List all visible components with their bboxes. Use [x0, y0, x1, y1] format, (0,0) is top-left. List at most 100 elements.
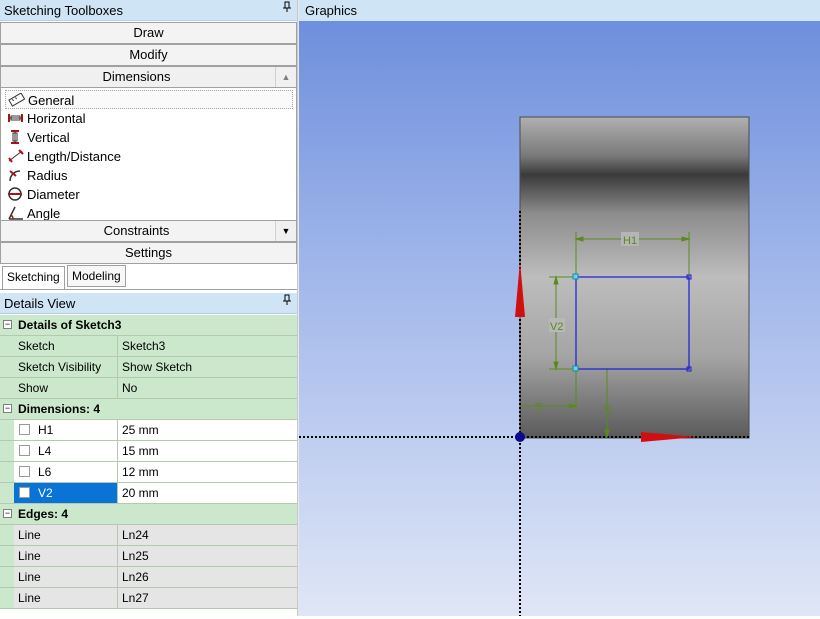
- dimension-row[interactable]: H1 25 mm: [0, 420, 297, 441]
- settings-toolbox-button[interactable]: Settings: [0, 242, 297, 264]
- edge-row[interactable]: Line Ln25: [0, 546, 297, 567]
- edge-label: Line: [14, 588, 118, 608]
- dim-label-v2[interactable]: V2: [550, 321, 563, 333]
- details-title-bar: Details View: [0, 293, 298, 314]
- dimension-name-cell: V2: [14, 483, 118, 503]
- group-header-sketch[interactable]: − Details of Sketch3: [0, 315, 297, 336]
- collapse-icon[interactable]: −: [3, 509, 12, 518]
- tool-angle[interactable]: Angle: [5, 204, 293, 220]
- edge-value: Ln26: [118, 567, 297, 587]
- detail-row[interactable]: Show Constraints? No: [0, 378, 297, 415]
- edge-row[interactable]: Line Ln27: [0, 588, 297, 609]
- ruler-icon: [8, 93, 26, 107]
- detail-row[interactable]: Sketch Visibility Show Sketch: [0, 357, 297, 378]
- tool-horizontal[interactable]: Horizontal: [5, 109, 293, 128]
- dimension-row[interactable]: L4 15 mm: [0, 441, 297, 462]
- tab-divider: [0, 289, 298, 290]
- graphics-title-bar: Graphics: [299, 0, 820, 21]
- group-header-label: Details of Sketch3: [14, 315, 297, 335]
- group-header-dimensions[interactable]: − Dimensions: 4: [0, 399, 297, 420]
- sketch-vertex[interactable]: [572, 273, 579, 280]
- dim-label-l6[interactable]: L6: [603, 403, 614, 415]
- edge-label: Line: [14, 546, 118, 566]
- tool-label: Length/Distance: [27, 149, 121, 164]
- edge-label: Line: [14, 567, 118, 587]
- dimension-label: H1: [38, 423, 54, 437]
- dimension-value[interactable]: 12 mm: [118, 462, 297, 482]
- collapse-icon[interactable]: −: [3, 404, 12, 413]
- dimension-checkbox[interactable]: [19, 466, 30, 477]
- tab-sketching[interactable]: Sketching: [2, 266, 65, 290]
- dim-label-l4[interactable]: L4: [534, 401, 545, 413]
- detail-value: Show Sketch: [118, 357, 297, 377]
- group-header-label: Edges: 4: [14, 504, 297, 524]
- draw-toolbox-button[interactable]: Draw: [0, 22, 297, 44]
- tool-radius[interactable]: Radius: [5, 166, 293, 185]
- scroll-up-icon[interactable]: ▲: [275, 67, 296, 87]
- edge-value: Ln27: [118, 588, 297, 608]
- edge-value: Ln24: [118, 525, 297, 545]
- radius-icon: [9, 170, 21, 182]
- dim-label-h1[interactable]: H1: [623, 235, 637, 247]
- graphics-title: Graphics: [305, 3, 358, 18]
- toolboxes-title-bar: Sketching Toolboxes: [0, 0, 298, 21]
- graphics-viewport[interactable]: H1 V2 L4 L6: [299, 21, 820, 616]
- dimension-row[interactable]: L6 12 mm: [0, 462, 297, 483]
- detail-row[interactable]: Sketch Sketch3: [0, 336, 297, 357]
- detail-value: No: [118, 378, 297, 398]
- constraints-label: Constraints: [103, 223, 170, 238]
- edge-row[interactable]: Line Ln24: [0, 525, 297, 546]
- edge-label: Line: [14, 525, 118, 545]
- detail-label: Sketch Visibility: [14, 357, 118, 377]
- dimensions-toolbox-button[interactable]: Dimensions ▲: [0, 66, 297, 88]
- dimensions-label: Dimensions: [102, 69, 171, 84]
- collapse-icon[interactable]: −: [3, 320, 12, 329]
- details-title: Details View: [4, 296, 76, 311]
- horizontal-dimension-icon: [8, 114, 23, 122]
- detail-value: Sketch3: [118, 336, 297, 356]
- detail-label: Show Constraints?: [14, 378, 118, 415]
- tab-modeling[interactable]: Modeling: [67, 265, 126, 287]
- tool-diameter[interactable]: Diameter: [5, 185, 293, 204]
- sketch-canvas[interactable]: H1 V2 L4 L6: [299, 21, 820, 616]
- dimension-value[interactable]: 25 mm: [118, 420, 297, 440]
- length-distance-icon: [8, 149, 24, 163]
- dimension-checkbox[interactable]: [19, 487, 30, 498]
- angle-icon: [8, 206, 23, 220]
- dimension-label: L6: [38, 465, 52, 479]
- tool-label: General: [28, 93, 75, 108]
- pin-icon[interactable]: [282, 293, 292, 314]
- tool-label: Horizontal: [27, 111, 86, 126]
- tool-vertical[interactable]: Vertical: [5, 128, 293, 147]
- pin-icon[interactable]: [282, 0, 292, 21]
- origin-point[interactable]: [515, 432, 525, 442]
- constraints-toolbox-button[interactable]: Constraints ▼: [0, 220, 297, 242]
- dimension-name-cell: H1: [14, 420, 118, 440]
- tool-label: Vertical: [27, 130, 70, 145]
- modify-toolbox-button[interactable]: Modify: [0, 44, 297, 66]
- dimension-checkbox[interactable]: [19, 424, 30, 435]
- dimension-name-cell: L4: [14, 441, 118, 461]
- tool-length-distance[interactable]: Length/Distance: [5, 147, 293, 166]
- diameter-icon: [8, 187, 22, 201]
- tool-label: Radius: [27, 168, 68, 183]
- tool-label: Diameter: [27, 187, 80, 202]
- dimension-tools-list: General Horizontal Vertical Length/Dista…: [0, 88, 297, 220]
- sketch-vertex[interactable]: [572, 365, 579, 372]
- dimension-label: L4: [38, 444, 52, 458]
- dimension-value[interactable]: 20 mm: [118, 483, 297, 503]
- dimension-value[interactable]: 15 mm: [118, 441, 297, 461]
- tool-general[interactable]: General: [5, 90, 293, 109]
- tool-label: Angle: [27, 206, 61, 220]
- scroll-down-icon[interactable]: ▼: [275, 221, 296, 241]
- edge-value: Ln25: [118, 546, 297, 566]
- group-header-edges[interactable]: − Edges: 4: [0, 504, 297, 525]
- vertical-dimension-icon: [11, 130, 19, 144]
- dimension-checkbox[interactable]: [19, 445, 30, 456]
- dimension-name-cell: L6: [14, 462, 118, 482]
- dimension-row-selected[interactable]: V2 20 mm: [0, 483, 297, 504]
- group-header-label: Dimensions: 4: [14, 399, 297, 419]
- dimension-label: V2: [38, 486, 53, 500]
- edge-row[interactable]: Line Ln26: [0, 567, 297, 588]
- toolboxes-title: Sketching Toolboxes: [4, 3, 124, 18]
